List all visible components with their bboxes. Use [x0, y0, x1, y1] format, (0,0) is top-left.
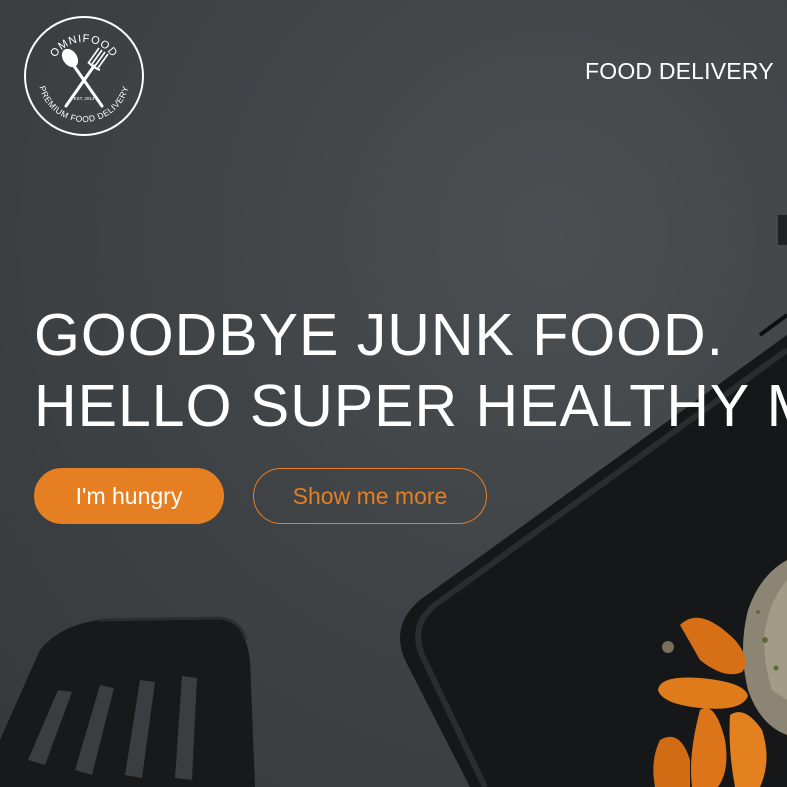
show-me-more-button[interactable]: Show me more — [253, 468, 487, 524]
logo-est-text: EST. 2014 — [74, 96, 95, 101]
svg-text:OMNIFOOD: OMNIFOOD — [48, 33, 120, 60]
omnifood-logo[interactable]: OMNIFOOD PREMIUM FOOD DELIVERY EST. 2014 — [22, 14, 146, 138]
logo-bottom-text: PREMIUM FOOD DELIVERY — [37, 85, 130, 124]
svg-text:PREMIUM FOOD DELIVERY: PREMIUM FOOD DELIVERY — [37, 85, 130, 124]
hero-section: OMNIFOOD PREMIUM FOOD DELIVERY EST. 2014… — [0, 0, 787, 787]
hero-headline: GOODBYE JUNK FOOD. HELLO SUPER HEALTHY M… — [34, 300, 787, 442]
nav-item-food-delivery[interactable]: FOOD DELIVERY — [585, 58, 774, 84]
spatula-utensil — [0, 616, 255, 787]
headline-line-1: GOODBYE JUNK FOOD. — [34, 302, 725, 368]
headline-line-2: HELLO SUPER HEALTHY MEALS. — [34, 373, 787, 439]
logo-top-text: OMNIFOOD — [48, 33, 119, 60]
im-hungry-button[interactable]: I'm hungry — [34, 468, 224, 524]
main-nav: FOOD DELIVERY — [585, 58, 774, 85]
